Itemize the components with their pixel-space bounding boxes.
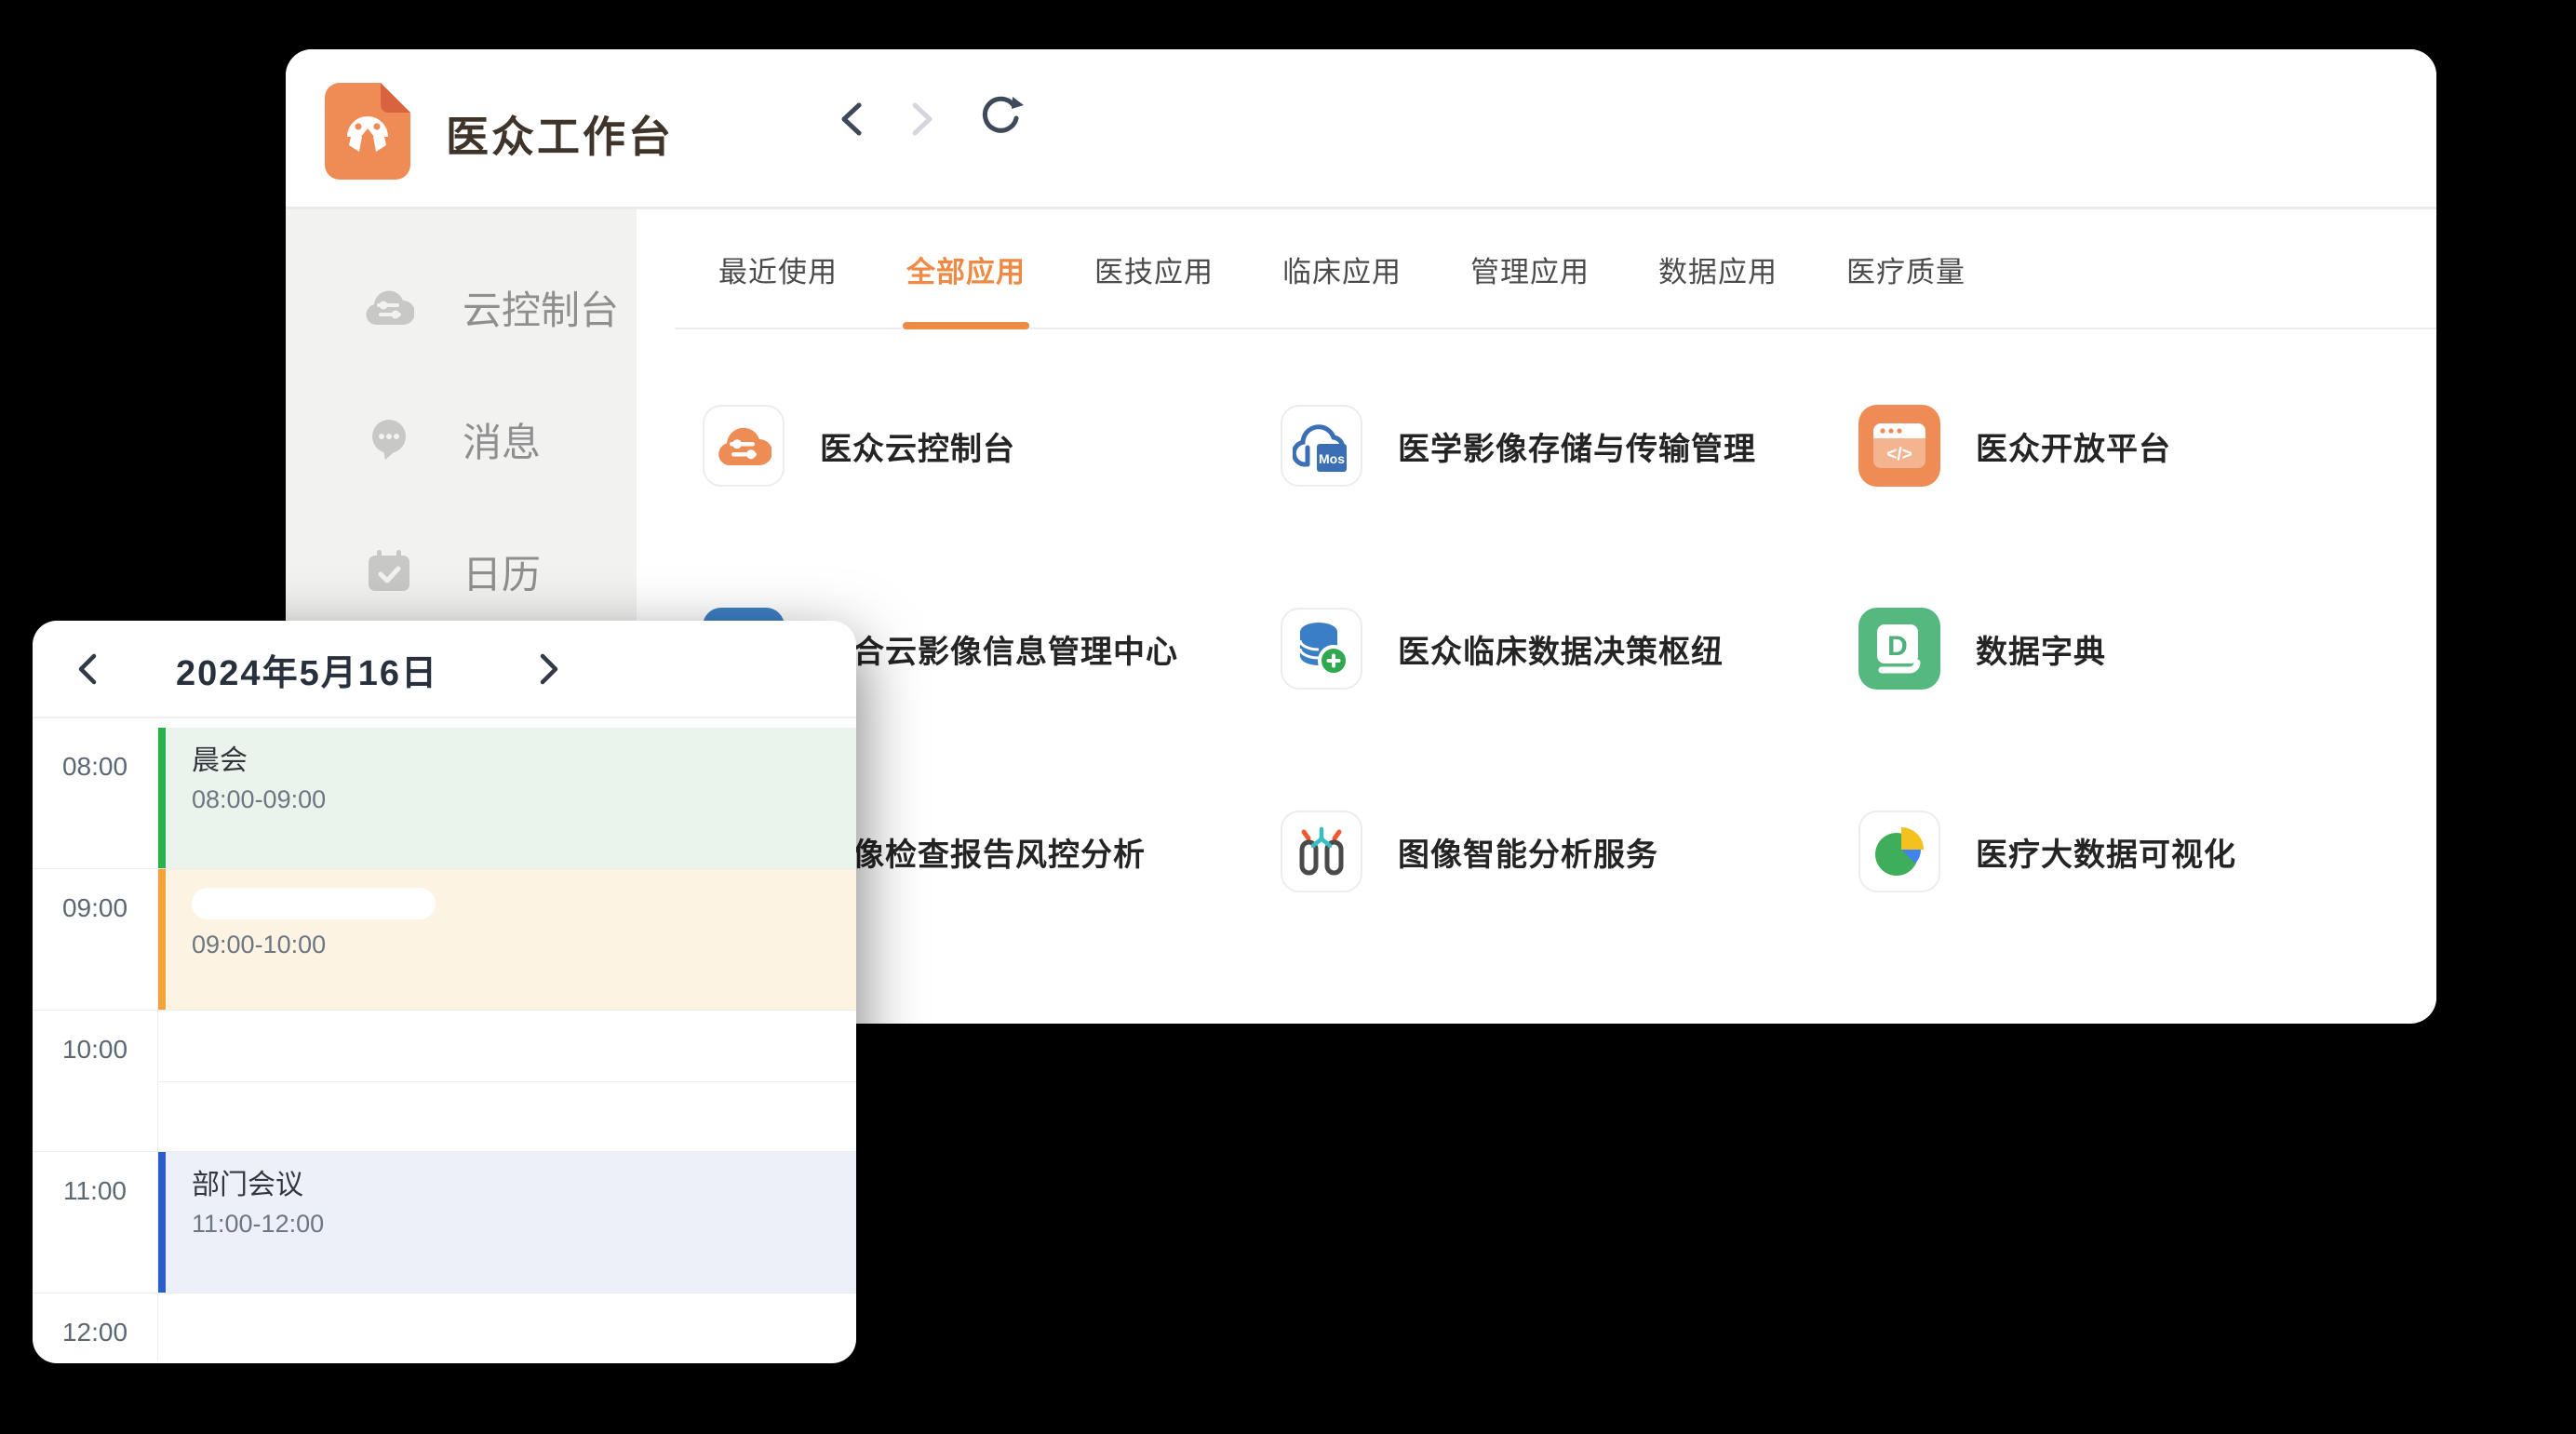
code-window-icon: </>	[1858, 405, 1940, 487]
svg-text:Mos: Mos	[1319, 451, 1345, 466]
app-label: 医众临床数据决策枢纽	[1398, 626, 1724, 672]
sidebar-item-messages[interactable]: 消息	[286, 373, 637, 505]
tab-management[interactable]: 管理应用	[1470, 209, 1590, 329]
time-label: 09:00	[33, 869, 157, 1010]
event-department-meeting[interactable]: 部门会议 11:00-12:00	[158, 1152, 856, 1293]
chevron-left-icon	[835, 129, 866, 143]
event-title: 晨会	[192, 741, 856, 782]
svg-text:</>: </>	[1886, 445, 1912, 464]
app-clinical-data-hub[interactable]: 医众临床数据决策枢纽	[1281, 608, 1858, 690]
calendar-icon	[364, 550, 414, 593]
time-label: 11:00	[33, 1152, 157, 1293]
event-time: 11:00-12:00	[192, 1210, 856, 1239]
tab-all-apps[interactable]: 全部应用	[906, 209, 1026, 329]
event-redacted[interactable]: 09:00-10:00	[158, 869, 856, 1010]
pie-chart-icon	[1858, 811, 1940, 892]
calendar-row-1100: 11:00 部门会议 11:00-12:00	[33, 1152, 856, 1293]
calendar-header: 2024年5月16日	[33, 621, 856, 718]
window-header: 医众工作台	[286, 49, 2436, 209]
app-pacs[interactable]: Mos 医学影像存储与传输管理	[1281, 405, 1858, 487]
sidebar-item-calendar[interactable]: 日历	[286, 505, 637, 637]
redacted-title-pill	[192, 888, 436, 919]
message-icon	[364, 417, 414, 462]
sidebar-item-label: 消息	[463, 411, 541, 468]
calendar-row-1000: 10:00	[33, 1011, 856, 1152]
tabs-bar: 最近使用 全部应用 医技应用 临床应用 管理应用 数据应用 医疗质量	[637, 209, 2436, 329]
sidebar-item-label: 日历	[463, 543, 541, 600]
tab-quality[interactable]: 医疗质量	[1846, 209, 1966, 329]
app-title: 医众工作台	[446, 103, 674, 165]
app-label: 图像智能分析服务	[1398, 829, 1658, 875]
calendar-panel: 2024年5月16日 08:00 晨会 08:00-09:00 09:00	[33, 621, 856, 1363]
app-grid: 医众云控制台 Mos 医学影像存储与传输管理	[637, 329, 2436, 1013]
app-bigdata-viz[interactable]: 医疗大数据可视化	[1858, 811, 2436, 892]
app-label: 医众云控制台	[820, 423, 1015, 469]
calendar-slot[interactable]	[157, 1011, 856, 1151]
sidebar-item-label: 云控制台	[463, 279, 619, 336]
event-time: 09:00-10:00	[192, 931, 856, 959]
event-time: 08:00-09:00	[192, 785, 856, 814]
svg-text:D: D	[1887, 631, 1908, 662]
app-data-dictionary[interactable]: D 数据字典	[1858, 608, 2436, 690]
calendar-body: 08:00 晨会 08:00-09:00 09:00 09:00-10:00	[33, 718, 856, 1360]
app-label: 医学影像存储与传输管理	[1398, 423, 1756, 469]
time-label: 08:00	[33, 728, 157, 868]
app-open-platform[interactable]: </> 医众开放平台	[1858, 405, 2436, 487]
cloud-mos-icon: Mos	[1281, 405, 1362, 487]
tab-recent[interactable]: 最近使用	[718, 209, 838, 329]
app-label: 医疗大数据可视化	[1976, 829, 2236, 875]
forward-button[interactable]	[907, 98, 939, 143]
dictionary-book-icon: D	[1858, 608, 1940, 690]
desktop-background: 医众工作台	[0, 0, 2576, 1434]
database-plus-icon	[1281, 608, 1362, 690]
calendar-slot[interactable]: 09:00-10:00	[157, 869, 856, 1010]
calendar-row-0800: 08:00 晨会 08:00-09:00	[33, 728, 856, 869]
calendar-slot[interactable]	[157, 1293, 856, 1360]
app-label: 混合云影像信息管理中心	[820, 626, 1178, 672]
app-image-ai[interactable]: 图像智能分析服务	[1281, 811, 1858, 892]
lungs-ai-icon	[1281, 811, 1362, 892]
calendar-prev-button[interactable]	[74, 649, 101, 692]
calendar-slot[interactable]: 晨会 08:00-09:00	[157, 728, 856, 868]
cloud-sliders-icon	[703, 405, 785, 487]
app-logo-icon	[325, 83, 410, 184]
chevron-right-icon	[907, 129, 939, 143]
refresh-icon	[978, 131, 1026, 145]
refresh-button[interactable]	[978, 96, 1026, 145]
event-title: 部门会议	[192, 1165, 856, 1206]
cloud-console-icon	[364, 288, 414, 327]
chevron-left-icon	[74, 678, 101, 692]
tab-data[interactable]: 数据应用	[1658, 209, 1778, 329]
app-label: 数据字典	[1976, 626, 2106, 672]
app-label: 医众开放平台	[1976, 423, 2171, 469]
back-button[interactable]	[835, 98, 866, 143]
chevron-right-icon	[535, 678, 563, 692]
app-content: 最近使用 全部应用 医技应用 临床应用 管理应用 数据应用 医疗质量	[637, 209, 2436, 1021]
app-label: 影像检查报告风控分析	[820, 829, 1146, 875]
calendar-next-button[interactable]	[535, 649, 563, 692]
sidebar-item-cloud-console[interactable]: 云控制台	[286, 241, 637, 373]
time-label: 10:00	[33, 1011, 157, 1151]
calendar-slot[interactable]: 部门会议 11:00-12:00	[157, 1152, 856, 1293]
tab-clinical[interactable]: 临床应用	[1282, 209, 1402, 329]
app-cloud-console[interactable]: 医众云控制台	[703, 405, 1281, 487]
calendar-row-1200: 12:00	[33, 1293, 856, 1360]
event-morning-meeting[interactable]: 晨会 08:00-09:00	[158, 728, 856, 868]
calendar-date: 2024年5月16日	[121, 621, 493, 718]
time-label: 12:00	[33, 1293, 157, 1360]
tab-medtech[interactable]: 医技应用	[1094, 209, 1214, 329]
calendar-row-0900: 09:00 09:00-10:00	[33, 869, 856, 1011]
